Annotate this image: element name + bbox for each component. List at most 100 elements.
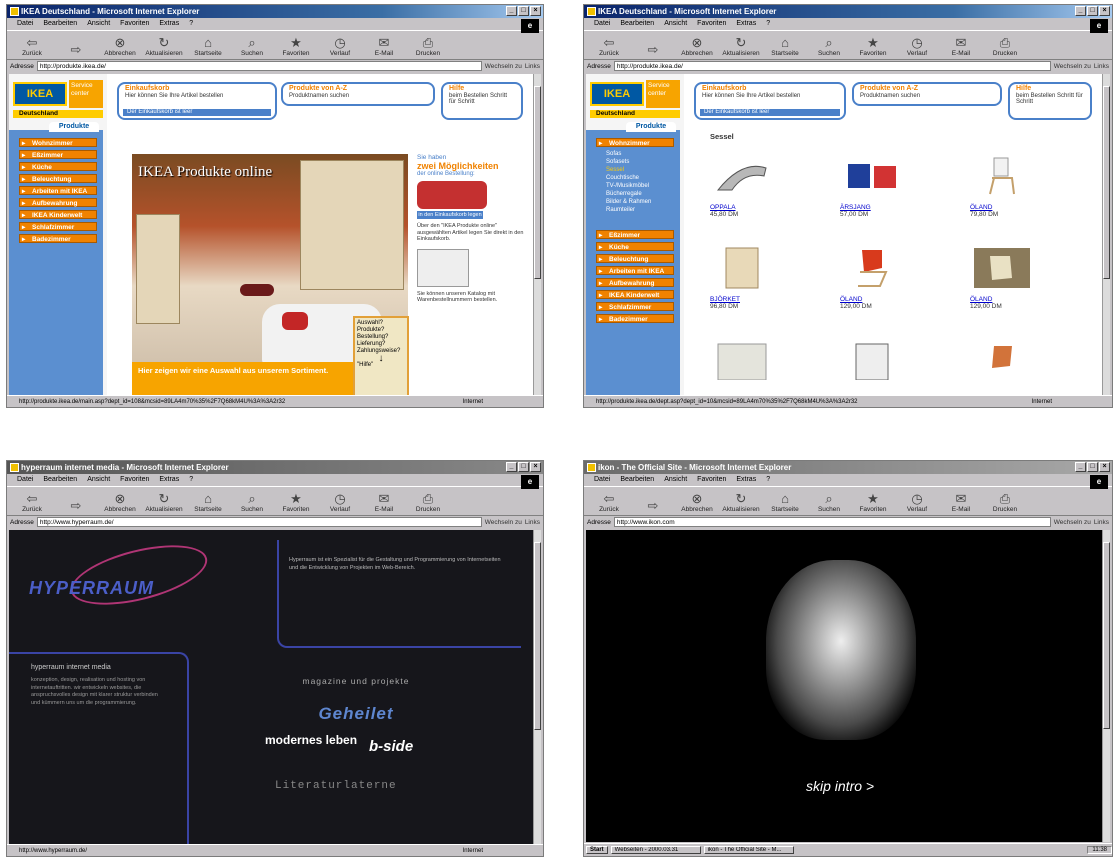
cart-panel[interactable]: Einkaufskorb Hier können Sie Ihre Artike…	[117, 82, 277, 120]
tab-produkte[interactable]: Produkte	[49, 122, 99, 132]
menu-file[interactable]: Datei	[594, 18, 610, 30]
scroll-thumb[interactable]	[534, 542, 541, 731]
ikea-logo[interactable]: IKEA	[13, 82, 67, 106]
favorites-button[interactable]: ★ Favoriten	[854, 491, 892, 513]
maximize-button[interactable]: □	[518, 462, 529, 472]
nav-item-aufbewahrung[interactable]: Aufbewahrung	[596, 278, 674, 288]
taskbar-task[interactable]: Webseiten - 2000.03.31	[610, 846, 701, 854]
nav-item-beleuchtung[interactable]: Beleuchtung	[596, 254, 674, 264]
refresh-button[interactable]: ↻ Aktualisieren	[145, 35, 183, 57]
product-card[interactable]: ÖLAND 129,00 DM	[840, 244, 912, 310]
mail-button[interactable]: ✉ E-Mail	[942, 491, 980, 513]
scroll-thumb[interactable]	[1103, 542, 1110, 730]
product-name[interactable]: ÖLAND	[970, 204, 1042, 211]
links-button[interactable]: Links	[525, 519, 540, 526]
print-button[interactable]: ⎙ Drucken	[986, 491, 1024, 513]
favorites-button[interactable]: ★ Favoriten	[277, 35, 315, 57]
product-image[interactable]	[970, 152, 1034, 200]
modernes-leben-link[interactable]: modernes leben	[265, 734, 357, 746]
vertical-scrollbar[interactable]	[533, 530, 541, 844]
nav-item-badezimmer[interactable]: Badezimmer	[19, 234, 97, 244]
stop-button[interactable]: ⊗ Abbrechen	[101, 491, 139, 513]
sub-item-raumteiler[interactable]: Raumteiler	[606, 206, 635, 214]
address-input[interactable]: http://www.hyperraum.de/	[36, 517, 482, 527]
menu-edit[interactable]: Bearbeiten	[43, 474, 77, 486]
nav-item-kinderwelt[interactable]: IKEA Kinderwelt	[596, 290, 674, 300]
address-input[interactable]: http://produkte.ikea.de/	[36, 61, 482, 71]
scroll-thumb[interactable]	[534, 86, 541, 279]
cart-panel[interactable]: Einkaufskorb Hier können Sie Ihre Artike…	[694, 82, 846, 120]
product-card[interactable]: ÖLAND 129,00 DM	[970, 244, 1042, 310]
product-card[interactable]	[710, 336, 782, 384]
product-card[interactable]: ÄRSJANG 57,00 DM	[840, 152, 912, 218]
home-button[interactable]: ⌂ Startseite	[766, 491, 804, 513]
go-button[interactable]: Wechseln zu	[1054, 63, 1091, 70]
menu-file[interactable]: Datei	[17, 18, 33, 30]
menu-edit[interactable]: Bearbeiten	[620, 18, 654, 30]
menu-favorites[interactable]: Favoriten	[697, 474, 726, 486]
vertical-scrollbar[interactable]	[533, 74, 541, 395]
product-card[interactable]: ÖLAND 79,80 DM	[970, 152, 1042, 218]
menu-help[interactable]: ?	[189, 18, 193, 30]
address-input[interactable]: http://produkte.ikea.de/	[613, 61, 1051, 71]
menu-view[interactable]: Ansicht	[664, 474, 687, 486]
sub-item-sofasets[interactable]: Sofasets	[606, 158, 629, 166]
home-button[interactable]: ⌂ Startseite	[189, 35, 227, 57]
product-card[interactable]: BJÖRKET 96,80 DM	[710, 244, 782, 310]
menu-help[interactable]: ?	[189, 474, 193, 486]
add-to-cart-button[interactable]: in den Einkaufskorb legen	[417, 211, 483, 219]
az-panel[interactable]: Produkte von A-Z Produktnamen suchen	[852, 82, 1002, 106]
skip-intro-link[interactable]: skip intro >	[806, 778, 874, 794]
maximize-button[interactable]: □	[1087, 6, 1098, 16]
close-button[interactable]: ×	[530, 462, 541, 472]
scroll-thumb[interactable]	[1103, 86, 1110, 279]
mail-button[interactable]: ✉ E-Mail	[365, 35, 403, 57]
tab-produkte[interactable]: Produkte	[626, 122, 676, 132]
vertical-scrollbar[interactable]	[1102, 530, 1110, 842]
menu-favorites[interactable]: Favoriten	[697, 18, 726, 30]
menu-tools[interactable]: Extras	[159, 474, 179, 486]
ikea-logo[interactable]: IKEA	[590, 82, 644, 106]
help-panel[interactable]: Hilfe beim Bestellen Schritt für Schritt	[1008, 82, 1092, 120]
links-button[interactable]: Links	[1094, 519, 1109, 526]
nav-item-schlafzimmer[interactable]: Schlafzimmer	[596, 302, 674, 312]
product-image[interactable]	[840, 336, 904, 384]
search-button[interactable]: ⌕ Suchen	[233, 35, 271, 57]
taskbar-task[interactable]: ikon - The Official Site - M...	[703, 846, 794, 854]
go-button[interactable]: Wechseln zu	[485, 63, 522, 70]
menu-edit[interactable]: Bearbeiten	[43, 18, 77, 30]
refresh-button[interactable]: ↻ Aktualisieren	[722, 35, 760, 57]
az-panel[interactable]: Produkte von A-Z Produktnamen suchen	[281, 82, 435, 106]
forward-button[interactable]: ⇨	[57, 42, 95, 57]
nav-item-kinderwelt[interactable]: IKEA Kinderwelt	[19, 210, 97, 220]
nav-item-kueche[interactable]: Küche	[19, 162, 97, 172]
forward-button[interactable]: ⇨	[57, 498, 95, 513]
menu-tools[interactable]: Extras	[159, 18, 179, 30]
history-button[interactable]: ◷ Verlauf	[898, 491, 936, 513]
service-corner[interactable]: Service center	[646, 80, 680, 108]
product-image[interactable]	[970, 244, 1034, 292]
home-button[interactable]: ⌂ Startseite	[189, 491, 227, 513]
nav-item-wohnzimmer[interactable]: Wohnzimmer	[596, 138, 674, 148]
vertical-scrollbar[interactable]	[1102, 74, 1110, 395]
nav-item-arbeiten[interactable]: Arbeiten mit IKEA	[596, 266, 674, 276]
minimize-button[interactable]: _	[506, 6, 517, 16]
sub-item-tv[interactable]: TV-/Musikmöbel	[606, 182, 649, 190]
stop-button[interactable]: ⊗ Abbrechen	[101, 35, 139, 57]
hyperraum-logo[interactable]: HYPERRAUM	[29, 578, 154, 599]
menu-tools[interactable]: Extras	[736, 18, 756, 30]
history-button[interactable]: ◷ Verlauf	[321, 491, 359, 513]
nav-item-beleuchtung[interactable]: Beleuchtung	[19, 174, 97, 184]
product-image[interactable]	[710, 336, 774, 384]
menu-view[interactable]: Ansicht	[664, 18, 687, 30]
favorites-button[interactable]: ★ Favoriten	[277, 491, 315, 513]
history-button[interactable]: ◷ Verlauf	[898, 35, 936, 57]
maximize-button[interactable]: □	[1087, 462, 1098, 472]
product-image[interactable]	[840, 244, 904, 292]
back-button[interactable]: ⇦ Zurück	[590, 491, 628, 513]
bside-link[interactable]: b-side	[369, 738, 413, 755]
menu-tools[interactable]: Extras	[736, 474, 756, 486]
close-button[interactable]: ×	[1099, 6, 1110, 16]
close-button[interactable]: ×	[1099, 462, 1110, 472]
stop-button[interactable]: ⊗ Abbrechen	[678, 35, 716, 57]
